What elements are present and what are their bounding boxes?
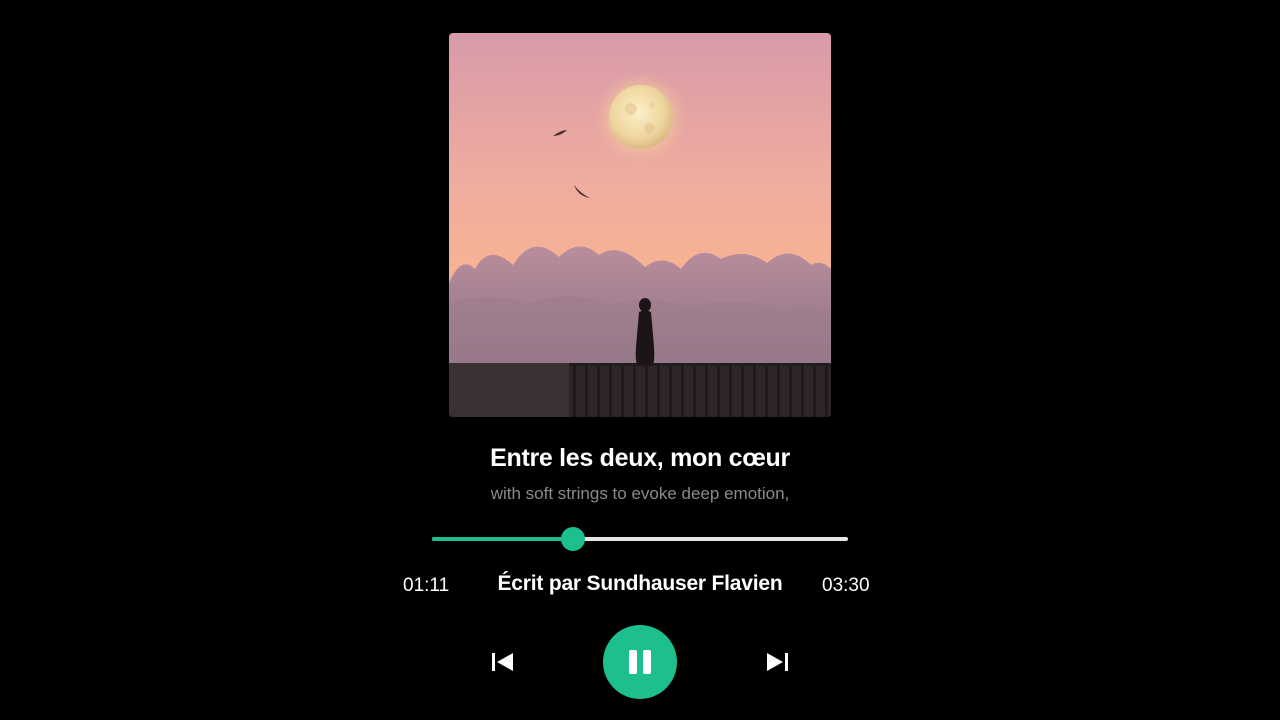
pause-icon — [629, 650, 651, 674]
next-button[interactable] — [760, 645, 794, 679]
progress-thumb[interactable] — [561, 527, 585, 551]
track-title: Entre les deux, mon cœur — [490, 444, 790, 472]
album-artwork — [449, 33, 831, 417]
progress-fill — [432, 537, 573, 541]
pause-button[interactable] — [603, 625, 677, 699]
track-credit: Écrit par Sundhauser Flavien — [497, 572, 783, 595]
progress-bar[interactable] — [432, 526, 848, 552]
album-artwork-image — [449, 33, 831, 417]
skip-next-icon — [767, 653, 788, 671]
music-player: Entre les deux, mon cœur with soft strin… — [0, 0, 1280, 720]
skip-previous-icon — [492, 653, 513, 671]
previous-button[interactable] — [486, 645, 520, 679]
total-duration: 03:30 — [822, 575, 870, 596]
track-subtitle: with soft strings to evoke deep emotion, — [490, 484, 790, 503]
